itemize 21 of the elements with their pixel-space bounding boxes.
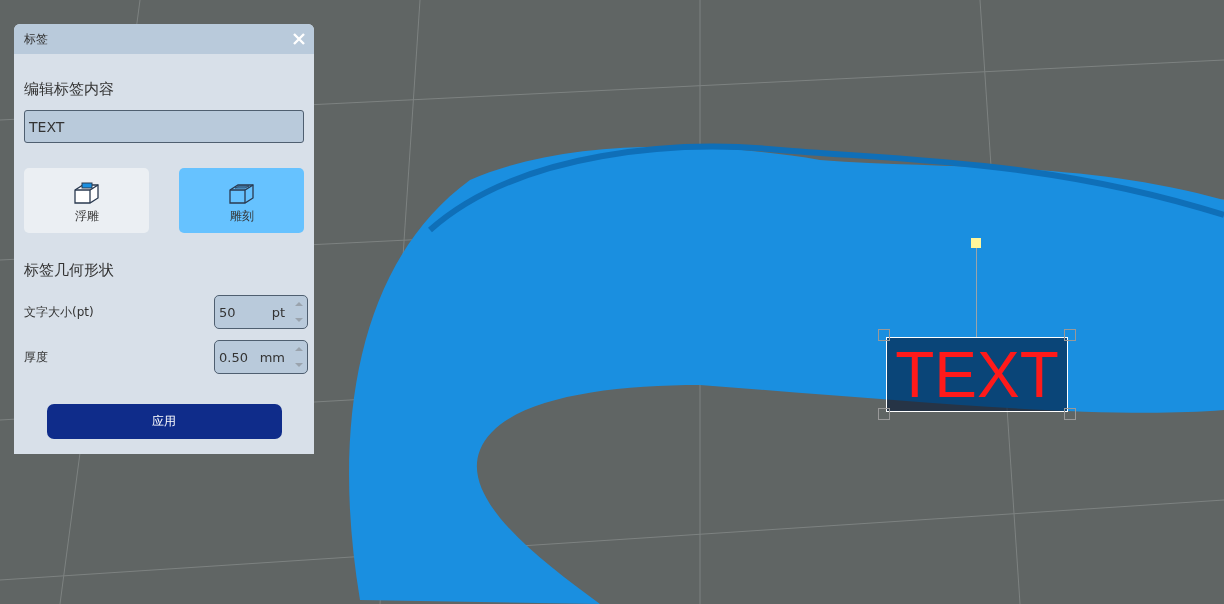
unit-label: pt [271,304,285,320]
field-value: 0.50 [219,349,249,365]
field-label: 文字大小(pt) [24,303,94,321]
apply-button[interactable]: 应用 [46,404,282,439]
resize-handle[interactable] [1064,329,1076,341]
unit-label: mm [259,349,285,365]
mode-button[interactable]: 浮雕 [24,168,149,233]
field-value: 50 [219,304,237,320]
section-heading: 标签几何形状 [24,261,115,280]
number-field[interactable]: 50 pt [214,295,308,329]
resize-handle[interactable] [878,329,890,341]
number-field[interactable]: 0.50 mm [214,340,308,374]
section-heading: 编辑标签内容 [24,80,115,99]
field-label: 厚度 [24,348,48,366]
panel-title: 标签 [24,30,48,48]
label-preview-text: TEXT [895,342,1059,407]
resize-handle[interactable] [1064,408,1076,420]
label-text-field[interactable]: TEXT [24,110,304,143]
mode-button[interactable]: 雕刻 [179,168,304,233]
resize-handle[interactable] [878,408,890,420]
rotate-handle[interactable] [971,238,981,248]
